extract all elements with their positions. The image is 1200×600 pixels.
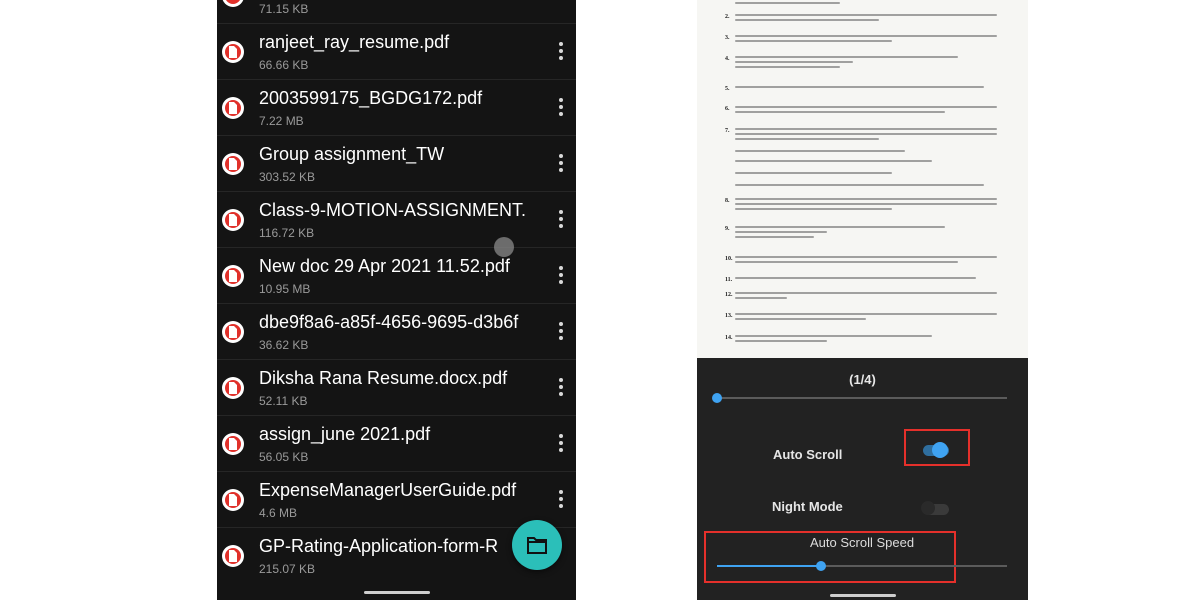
file-name: Diksha Rana Resume.docx.pdf [259, 368, 508, 388]
file-name: assign_june 2021.pdf [259, 424, 431, 444]
viewer-settings-panel: (1/4) Auto Scroll Night Mode Auto Scroll… [697, 358, 1028, 600]
file-name: GP-Rating-Application-form-R [259, 536, 499, 556]
file-row[interactable]: New doc 29 Apr 2021 11.52.pdf 10.95 MB [217, 248, 576, 304]
speed-slider-thumb[interactable] [816, 561, 826, 571]
more-vert-icon[interactable] [556, 210, 566, 230]
pdf-page[interactable]: 2. 3. 4. 5. 6. 7. 8. 9. 10. 11. 12. 13. … [697, 0, 1028, 358]
auto-scroll-speed-label: Auto Scroll Speed [810, 535, 915, 550]
file-size: 66.66 KB [259, 58, 309, 72]
highlight-box-auto-scroll [904, 429, 970, 466]
open-folder-button[interactable] [512, 520, 562, 570]
file-size: 36.62 KB [259, 338, 309, 352]
file-size: 71.15 KB [259, 2, 309, 16]
file-name: 2003599175_BGDG172.pdf [259, 88, 483, 108]
folder-icon [527, 537, 547, 554]
file-size: 303.52 KB [259, 170, 316, 184]
file-size: 4.6 MB [259, 506, 298, 520]
more-vert-icon[interactable] [556, 490, 566, 510]
speed-slider-fill [717, 565, 821, 567]
pdf-file-icon [222, 377, 244, 399]
file-row[interactable]: Diksha Rana Resume.docx.pdf 52.11 KB [217, 360, 576, 416]
night-mode-label: Night Mode [772, 499, 843, 514]
pdf-viewer-screen: 2. 3. 4. 5. 6. 7. 8. 9. 10. 11. 12. 13. … [697, 0, 1028, 600]
more-vert-icon[interactable] [556, 378, 566, 398]
pdf-file-icon [222, 209, 244, 231]
file-name: Class-9-MOTION-ASSIGNMENT. [259, 200, 527, 220]
page-slider-track[interactable] [717, 397, 1007, 399]
file-row[interactable]: dbe9f8a6-a85f-4656-9695-d3b6f 36.62 KB [217, 304, 576, 360]
file-row[interactable]: assign_june 2021.pdf 56.05 KB [217, 416, 576, 472]
file-row[interactable]: Class-9-MOTION-ASSIGNMENT. 116.72 KB [217, 192, 576, 248]
file-row[interactable]: ranjeet_ray_resume.pdf 66.66 KB [217, 24, 576, 80]
file-size: 56.05 KB [259, 450, 309, 464]
file-row[interactable]: 2003599175_BGDG172.pdf 7.22 MB [217, 80, 576, 136]
home-gesture-bar[interactable] [364, 591, 430, 594]
auto-scroll-label: Auto Scroll [773, 447, 843, 462]
file-size: 116.72 KB [259, 226, 315, 240]
file-size: 10.95 MB [259, 282, 311, 296]
file-name: New doc 29 Apr 2021 11.52.pdf [259, 256, 510, 276]
pdf-file-icon [222, 41, 244, 63]
file-size: 215.07 KB [259, 562, 316, 576]
pdf-file-icon [222, 489, 244, 511]
file-browser-screen: 71.15 KB ranjeet_ray_resume.pdf 66.66 KB… [217, 0, 576, 600]
touch-indicator [494, 237, 514, 257]
pdf-file-icon [222, 265, 244, 287]
pdf-file-icon [222, 545, 244, 567]
more-vert-icon[interactable] [556, 322, 566, 342]
pdf-file-icon [222, 321, 244, 343]
night-mode-toggle-thumb[interactable] [921, 501, 935, 515]
file-name: ExpenseManagerUserGuide.pdf [259, 480, 517, 500]
file-row[interactable]: Group assignment_TW 303.52 KB [217, 136, 576, 192]
page-indicator: (1/4) [849, 372, 876, 387]
file-row-partial[interactable]: 71.15 KB [217, 0, 576, 24]
more-vert-icon[interactable] [556, 98, 566, 118]
more-vert-icon[interactable] [556, 266, 566, 286]
pdf-file-icon [222, 0, 244, 7]
file-size: 7.22 MB [259, 114, 304, 128]
more-vert-icon[interactable] [556, 434, 566, 454]
file-name: dbe9f8a6-a85f-4656-9695-d3b6f [259, 312, 519, 332]
more-vert-icon[interactable] [556, 154, 566, 174]
more-vert-icon[interactable] [556, 42, 566, 62]
file-row[interactable]: ExpenseManagerUserGuide.pdf 4.6 MB [217, 472, 576, 528]
file-name: ranjeet_ray_resume.pdf [259, 32, 450, 52]
page-slider-thumb[interactable] [712, 393, 722, 403]
pdf-file-icon [222, 153, 244, 175]
pdf-file-icon [222, 97, 244, 119]
file-name: Group assignment_TW [259, 144, 445, 164]
home-gesture-bar[interactable] [830, 594, 896, 597]
file-size: 52.11 KB [259, 394, 308, 408]
pdf-file-icon [222, 433, 244, 455]
